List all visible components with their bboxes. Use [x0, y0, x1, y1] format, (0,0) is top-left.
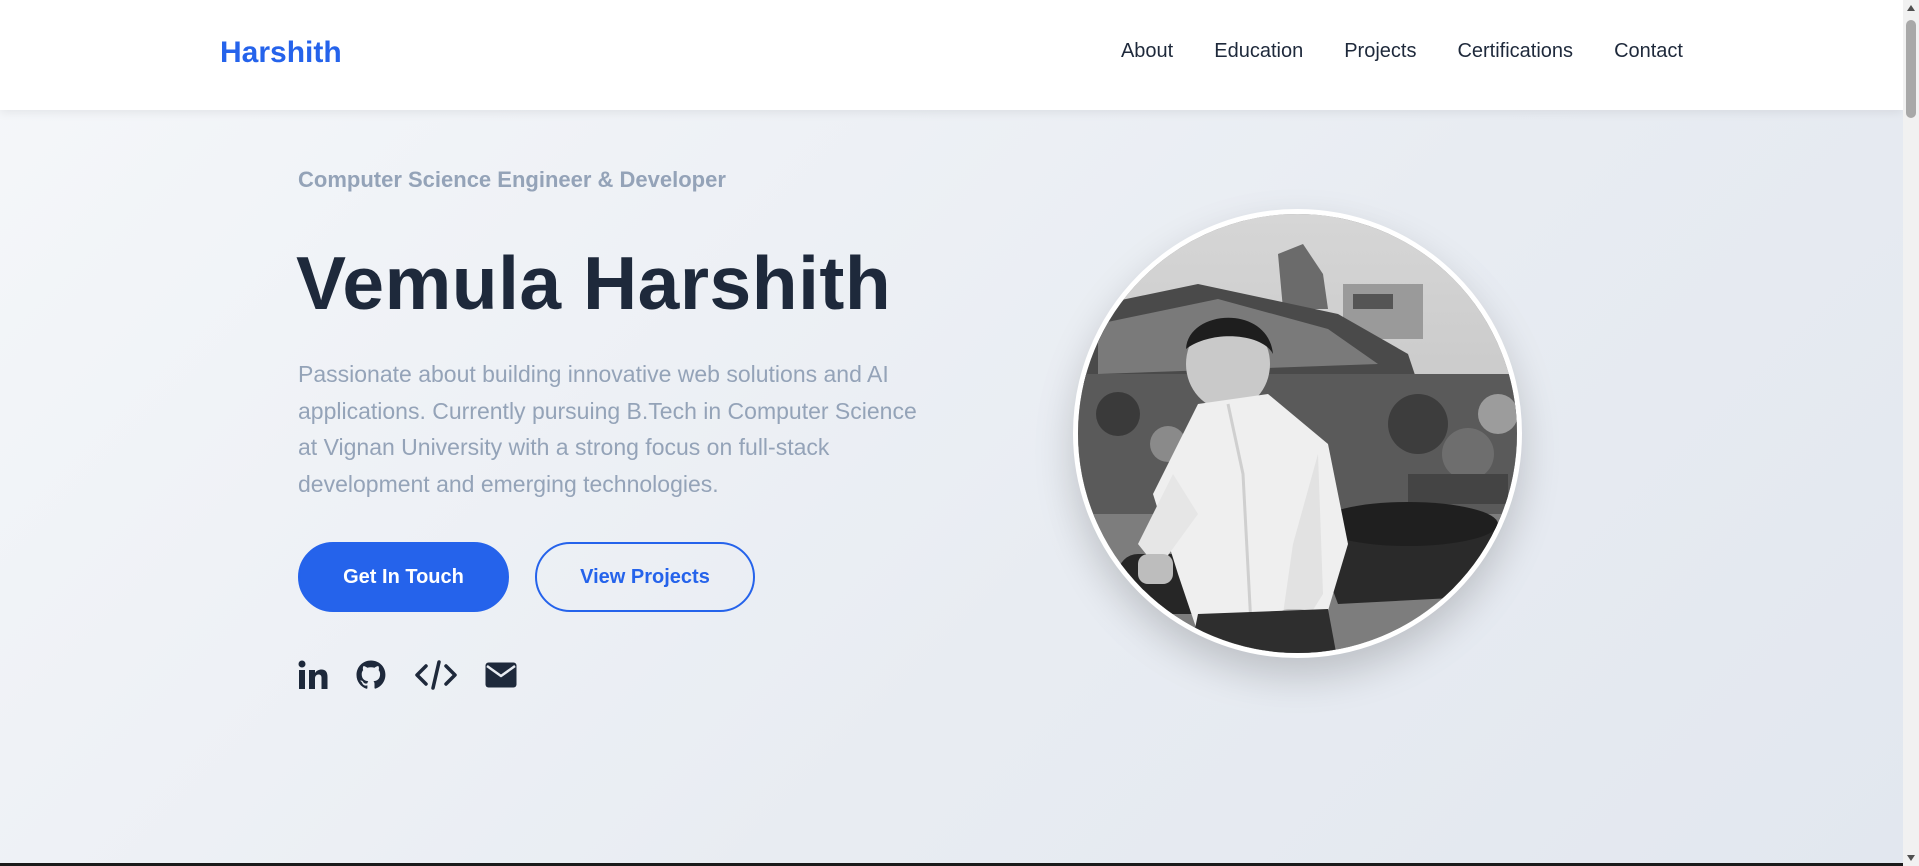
envelope-icon	[485, 662, 517, 688]
nav-link-certifications[interactable]: Certifications	[1457, 40, 1573, 63]
code-link[interactable]	[415, 657, 457, 693]
hero-subtitle: Computer Science Engineer & Developer	[298, 167, 726, 192]
profile-photo-image	[1078, 214, 1517, 653]
hero-name: Vemula Harshith	[296, 241, 892, 325]
nav-link-education[interactable]: Education	[1214, 40, 1303, 63]
nav-link-about[interactable]: About	[1121, 40, 1173, 63]
page-viewport: Harshith About Education Projects Certif…	[0, 0, 1903, 863]
scroll-up-arrow-icon[interactable]	[1903, 0, 1919, 16]
profile-photo	[1073, 209, 1522, 658]
nav-link-projects[interactable]: Projects	[1344, 40, 1416, 63]
github-icon	[356, 660, 386, 689]
page-scrollbar[interactable]	[1903, 0, 1919, 866]
hero-description: Passionate about building innovative web…	[298, 361, 917, 497]
nav-links: About Education Projects Certifications …	[1121, 40, 1683, 63]
code-icon	[415, 660, 457, 690]
scroll-down-arrow-icon[interactable]	[1903, 850, 1919, 866]
linkedin-icon	[298, 660, 328, 689]
navbar: Harshith About Education Projects Certif…	[0, 0, 1903, 110]
brand-logo-link[interactable]: Harshith	[220, 36, 342, 70]
email-link[interactable]	[485, 657, 517, 693]
view-projects-button[interactable]: View Projects	[535, 542, 755, 612]
get-in-touch-button[interactable]: Get In Touch	[298, 542, 509, 612]
linkedin-link[interactable]	[298, 657, 328, 693]
nav-link-contact[interactable]: Contact	[1614, 40, 1683, 63]
github-link[interactable]	[355, 657, 387, 693]
scrollbar-thumb[interactable]	[1906, 20, 1916, 118]
